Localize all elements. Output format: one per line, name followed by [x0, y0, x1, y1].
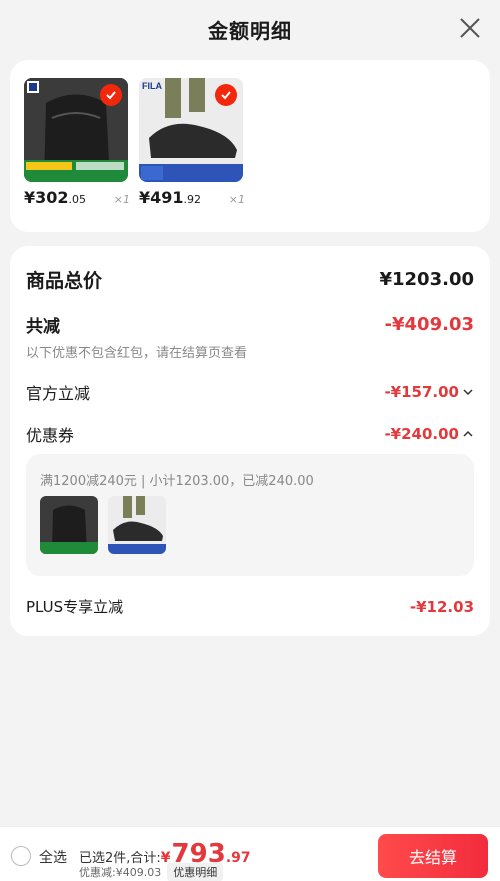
- official-discount-row[interactable]: 官方立减 -¥157.00: [26, 380, 474, 404]
- selected-check-icon: [100, 84, 122, 106]
- header: 金额明细: [0, 0, 500, 58]
- total-price-label: 商品总价: [26, 270, 103, 292]
- chevron-down-icon[interactable]: [462, 386, 474, 398]
- discount-summary-text: 优惠减:¥409.03: [79, 866, 162, 879]
- product-card: ¥302.05 ×1 FILA ¥491.92 ×1: [10, 60, 490, 232]
- total-price-value: ¥1203.00: [379, 269, 474, 290]
- checkout-bar: 全选 已选2件,合计: ¥ 793 .97 优惠减:¥409.03 优惠明细 去…: [0, 826, 500, 881]
- discount-total-row: 共减 -¥409.03: [26, 312, 474, 337]
- product-item[interactable]: FILA ¥491.92 ×1: [139, 78, 249, 207]
- coupon-product-thumb: [108, 496, 166, 554]
- svg-text:FILA: FILA: [142, 81, 162, 91]
- plus-discount-value: -¥12.03: [409, 597, 474, 616]
- checkout-button[interactable]: 去结算: [378, 834, 488, 878]
- page-title: 金额明细: [208, 18, 292, 43]
- total-amount-decimal: .97: [225, 850, 251, 866]
- close-icon[interactable]: [456, 14, 484, 42]
- product-price: ¥491.92: [139, 188, 202, 207]
- product-quantity: ×1: [113, 193, 130, 206]
- discount-total-label: 共减: [26, 317, 60, 337]
- coupon-detail-box: 满1200减240元 | 小计1203.00，已减240.00: [26, 454, 474, 576]
- coupon-value: -¥240.00: [384, 425, 474, 443]
- select-all-radio[interactable]: [11, 846, 31, 866]
- coupon-label: 优惠券: [26, 426, 75, 445]
- coupon-row[interactable]: 优惠券 -¥240.00: [26, 422, 474, 446]
- product-image: [24, 78, 128, 182]
- product-price: ¥302.05: [24, 188, 87, 207]
- official-discount-label: 官方立减: [26, 384, 91, 403]
- discount-total-value: -¥409.03: [384, 314, 474, 335]
- selected-check-icon: [215, 84, 237, 106]
- product-image: FILA: [139, 78, 243, 182]
- official-discount-value: -¥157.00: [384, 383, 474, 401]
- coupon-description: 满1200减240元 | 小计1203.00，已减240.00: [40, 474, 314, 489]
- total-price-row: 商品总价 ¥1203.00: [26, 266, 474, 293]
- product-item[interactable]: ¥302.05 ×1: [24, 78, 134, 207]
- coupon-product-thumb: [40, 496, 98, 554]
- discount-detail-button[interactable]: 优惠明细: [167, 863, 224, 881]
- discount-summary: 优惠减:¥409.03 优惠明细: [79, 863, 224, 881]
- product-quantity: ×1: [228, 193, 245, 206]
- plus-discount-row: PLUS专享立减 -¥12.03: [26, 596, 474, 617]
- plus-discount-label: PLUS专享立减: [26, 598, 124, 616]
- amount-detail-card: 商品总价 ¥1203.00 共减 -¥409.03 以下优惠不包含红包，请在结算…: [10, 246, 490, 636]
- chevron-up-icon[interactable]: [462, 428, 474, 440]
- select-all-label[interactable]: 全选: [39, 847, 67, 867]
- discount-hint: 以下优惠不包含红包，请在结算页查看: [26, 346, 248, 361]
